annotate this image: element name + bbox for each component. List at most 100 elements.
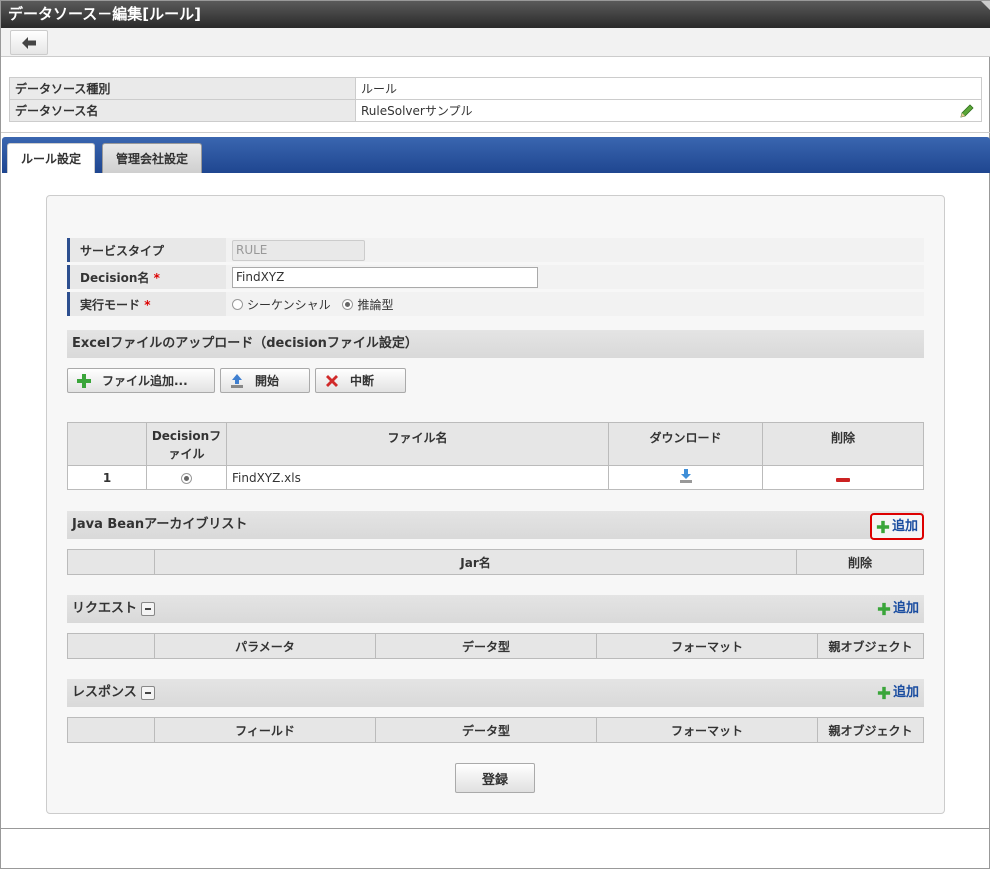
plus-icon (77, 373, 91, 388)
column-header-field: フィールド (154, 717, 376, 743)
table-header-row: Jar名 削除 (67, 549, 924, 575)
column-header-parent-object: 親オブジェクト (817, 717, 924, 743)
tab-rule-settings[interactable]: ルール設定 (7, 143, 96, 173)
javabean-section-title: Java Beanアーカイブリスト (72, 517, 248, 532)
column-header-blank (67, 717, 155, 743)
decision-name-label: Decision名 (80, 270, 150, 285)
response-add-label: 追加 (892, 685, 919, 700)
delete-cell (762, 465, 924, 490)
toolbar (1, 28, 990, 57)
info-value-name: RuleSolverサンプル (361, 104, 473, 118)
request-table: パラメータ データ型 フォーマット 親オブジェクト (67, 633, 924, 659)
upload-icon (231, 373, 243, 388)
plus-icon (877, 686, 891, 700)
radio-sequential[interactable] (232, 298, 243, 310)
column-header-jar: Jar名 (154, 549, 797, 575)
start-upload-button-label: 開始 (255, 374, 280, 388)
required-mark: * (144, 297, 151, 312)
register-button[interactable]: 登録 (455, 763, 535, 793)
add-file-button[interactable]: ファイル追加... (67, 368, 215, 393)
download-cell (608, 465, 763, 490)
column-header-data-type: データ型 (375, 717, 597, 743)
x-icon (326, 374, 338, 387)
start-upload-button[interactable]: 開始 (220, 368, 310, 393)
javabean-section-header: Java Beanアーカイブリスト 追加 (67, 511, 924, 540)
add-file-button-label: ファイル追加... (102, 374, 188, 388)
minus-icon[interactable] (836, 477, 850, 482)
jar-table: Jar名 削除 (67, 549, 924, 575)
radio-inference-label[interactable]: 推論型 (357, 298, 393, 312)
plus-icon (876, 520, 890, 533)
response-section-header: レスポンス 追加 (67, 679, 924, 707)
tab-bar: ルール設定 管理会社設定 (2, 137, 990, 173)
table-header-row: Decisionファイル ファイル名 ダウンロード 削除 (67, 422, 924, 466)
table-header-row: パラメータ データ型 フォーマット 親オブジェクト (67, 633, 924, 659)
exec-mode-label: 実行モード (80, 297, 141, 312)
window-frame: データソース－編集[ルール] データソース種別 ルール データソース名 Rule… (0, 0, 990, 869)
column-header-format: フォーマット (596, 717, 818, 743)
info-row-name: データソース名 RuleSolverサンプル (9, 99, 982, 122)
datasource-info-table: データソース種別 ルール データソース名 RuleSolverサンプル (9, 77, 982, 122)
exec-mode-cell: シーケンシャル 推論型 (226, 292, 924, 316)
required-mark: * (153, 270, 160, 285)
column-header-no (67, 422, 147, 466)
column-header-parent-object: 親オブジェクト (817, 633, 924, 659)
decision-file-radio[interactable] (181, 472, 192, 484)
response-section-title: レスポンス (72, 685, 137, 700)
excel-upload-section-title: Excelファイルのアップロード（decisionファイル設定） (72, 336, 418, 351)
request-section-title: リクエスト (72, 601, 138, 616)
stop-upload-button[interactable]: 中断 (315, 368, 406, 393)
exec-mode-label-cell: 実行モード * (67, 292, 226, 316)
divider (1, 828, 990, 829)
service-type-cell: RULE (226, 238, 924, 262)
tab-management-company[interactable]: 管理会社設定 (102, 143, 203, 173)
divider (1, 132, 990, 133)
column-header-decision: Decisionファイル (146, 422, 227, 466)
column-header-delete: 削除 (762, 422, 924, 466)
collapse-icon[interactable] (140, 685, 155, 700)
info-label-name: データソース名 (9, 99, 356, 122)
pencil-icon[interactable] (959, 103, 975, 122)
stop-upload-button-label: 中断 (350, 374, 375, 388)
window-title: データソース－編集[ルール] (1, 1, 990, 28)
plus-icon (877, 602, 891, 616)
collapse-icon[interactable] (141, 601, 156, 616)
excel-upload-section-header: Excelファイルのアップロード（decisionファイル設定） (67, 330, 924, 358)
column-header-blank (67, 633, 155, 659)
info-value-type: ルール (355, 77, 982, 100)
response-table: フィールド データ型 フォーマット 親オブジェクト (67, 717, 924, 743)
window-title-text: データソース－編集[ルール] (8, 5, 201, 23)
column-header-download: ダウンロード (608, 422, 763, 466)
info-label-type: データソース種別 (9, 77, 356, 100)
request-section-header: リクエスト 追加 (67, 595, 924, 623)
form-row-exec-mode: 実行モード * シーケンシャル 推論型 (67, 292, 924, 316)
decision-file-table: Decisionファイル ファイル名 ダウンロード 削除 1 FindXYZ.x… (67, 422, 924, 490)
service-type-label: サービスタイプ (67, 238, 226, 262)
radio-sequential-label[interactable]: シーケンシャル (247, 298, 331, 312)
column-header-blank (67, 549, 155, 575)
back-button[interactable] (10, 30, 48, 55)
form-row-service-type: サービスタイプ RULE (67, 238, 924, 262)
column-header-format: フォーマット (596, 633, 818, 659)
table-row: 1 FindXYZ.xls (67, 465, 924, 490)
column-header-filename: ファイル名 (226, 422, 609, 466)
service-type-field: RULE (232, 239, 365, 261)
decision-name-cell: FindXYZ (226, 265, 924, 289)
javabean-add-link[interactable]: 追加 (869, 513, 924, 540)
response-add-link[interactable]: 追加 (877, 679, 919, 707)
rule-form: サービスタイプ RULE Decision名 * FindXYZ 実行モード *… (67, 235, 924, 319)
form-row-decision-name: Decision名 * FindXYZ (67, 265, 924, 289)
radio-inference[interactable] (342, 298, 354, 310)
decision-radio-cell (146, 465, 227, 490)
download-icon[interactable] (679, 468, 693, 484)
javabean-add-label: 追加 (891, 519, 918, 534)
request-add-link[interactable]: 追加 (877, 595, 919, 623)
request-add-label: 追加 (892, 601, 919, 616)
decision-name-label-cell: Decision名 * (67, 265, 226, 289)
info-value-name-cell: RuleSolverサンプル (355, 99, 982, 122)
decision-name-input[interactable]: FindXYZ (232, 266, 538, 288)
column-header-parameter: パラメータ (154, 633, 376, 659)
file-name-cell: FindXYZ.xls (226, 465, 609, 490)
arrow-left-icon (22, 36, 36, 49)
column-header-delete: 削除 (796, 549, 924, 575)
